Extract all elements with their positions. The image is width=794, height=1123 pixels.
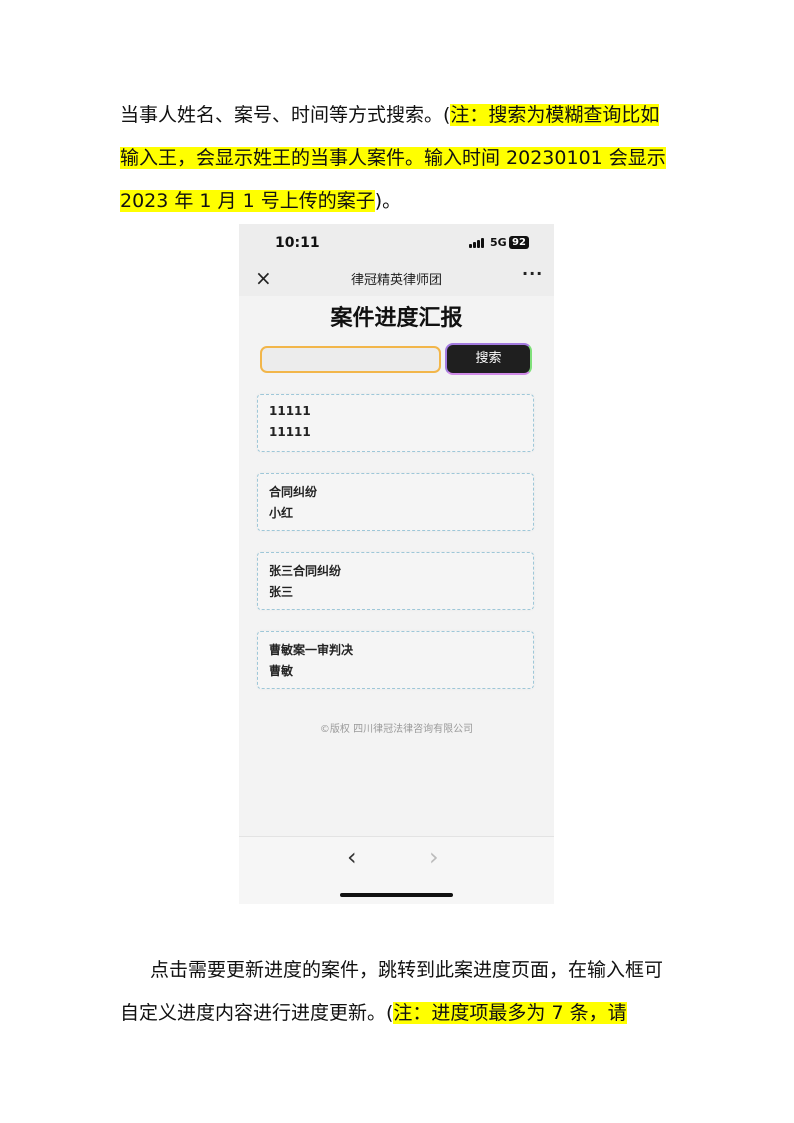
para-text: 当事人姓名、案号、时间等方式搜索。( xyxy=(120,104,451,126)
page-title: 案件进度汇报 xyxy=(330,306,463,331)
home-indicator xyxy=(340,893,453,897)
instruction-paragraph-search: 当事人姓名、案号、时间等方式搜索。(注：搜索为模糊查询比如输入王，会显示姓王的当… xyxy=(120,94,676,223)
more-icon[interactable]: ··· xyxy=(522,264,543,283)
copyright-text: ©版权 四川律冠法律咨询有限公司 xyxy=(319,724,474,735)
phone-screenshot: 10:11 5G 92 × 律冠精英律师团 ··· 案件进度汇报 搜索 1111… xyxy=(239,224,554,904)
search-input[interactable] xyxy=(260,346,441,373)
case-client: 11111 xyxy=(269,425,311,439)
case-card[interactable]: 曹敏案一审判决 曹敏 xyxy=(257,631,534,689)
status-time: 10:11 xyxy=(275,235,320,251)
case-client: 曹敏 xyxy=(269,664,294,678)
note-highlight: 注：进度项最多为 7 条，请 xyxy=(393,1002,627,1024)
bottom-nav-bar: ‹ › xyxy=(239,836,554,904)
para-tail: )。 xyxy=(374,190,402,212)
case-client: 小红 xyxy=(269,506,294,520)
signal-icon xyxy=(469,238,486,248)
nav-title: 律冠精英律师团 xyxy=(350,273,442,288)
case-title: 张三合同纠纷 xyxy=(269,564,342,578)
status-bar: 10:11 5G 92 xyxy=(239,224,554,264)
case-client: 张三 xyxy=(269,585,294,599)
back-arrow-icon[interactable]: ‹ xyxy=(347,843,357,871)
nav-bar: × 律冠精英律师团 ··· xyxy=(239,264,554,296)
case-title: 曹敏案一审判决 xyxy=(269,643,354,657)
search-button[interactable]: 搜索 xyxy=(445,343,532,375)
instruction-paragraph-update: 点击需要更新进度的案件，跳转到此案进度页面，在输入框可自定义进度内容进行进度更新… xyxy=(120,949,676,1035)
network-label: 5G xyxy=(490,236,507,249)
case-card[interactable]: 张三合同纠纷 张三 xyxy=(257,552,534,610)
case-title: 11111 xyxy=(269,404,311,418)
forward-arrow-icon[interactable]: › xyxy=(429,843,439,871)
battery-icon: 92 xyxy=(509,236,529,249)
case-card[interactable]: 合同纠纷 小红 xyxy=(257,473,534,531)
case-card[interactable]: 11111 11111 xyxy=(257,394,534,452)
case-title: 合同纠纷 xyxy=(269,485,318,499)
